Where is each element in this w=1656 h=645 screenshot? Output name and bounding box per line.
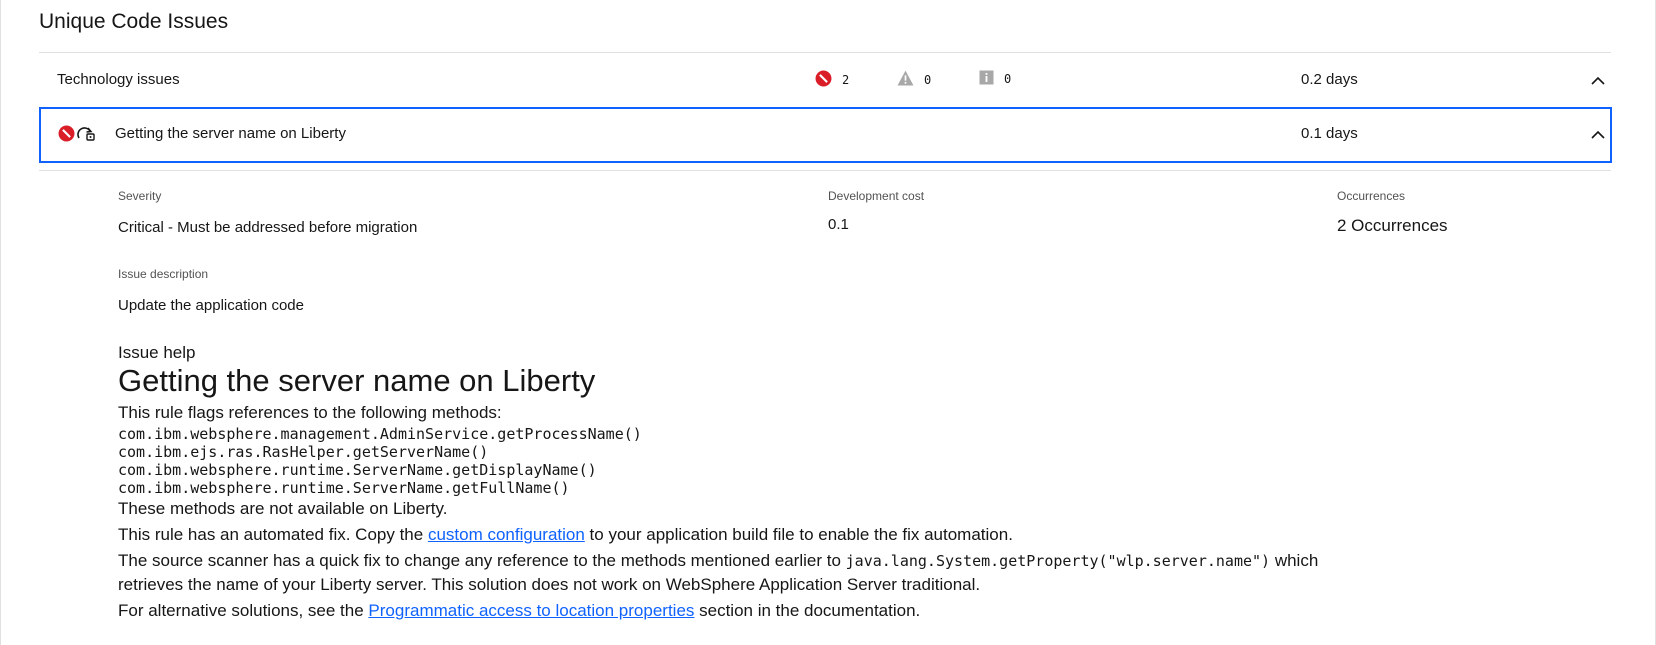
quickfix-text-end: which [1270, 551, 1319, 570]
method-item: com.ibm.websphere.management.AdminServic… [118, 425, 642, 443]
issue-description-value: Update the application code [118, 297, 304, 314]
method-item: com.ibm.websphere.runtime.ServerName.get… [118, 461, 597, 479]
issue-title: Getting the server name on Liberty [115, 125, 346, 142]
divider [39, 170, 1611, 171]
critical-icon [815, 70, 832, 90]
chevron-up-icon[interactable] [1591, 73, 1605, 91]
method-list: com.ibm.websphere.management.AdminServic… [118, 425, 1598, 497]
severity-label: Severity [118, 189, 162, 203]
method-item: com.ibm.websphere.runtime.ServerName.get… [118, 479, 570, 497]
group-title: Technology issues [57, 71, 180, 88]
issue-row-selected[interactable]: Getting the server name on Liberty 0.1 d… [39, 107, 1612, 163]
severity-value: Critical - Must be addressed before migr… [118, 219, 418, 236]
critical-count: 2 [815, 70, 849, 90]
left-border [0, 0, 1, 645]
dev-cost-label: Development cost [828, 189, 925, 203]
technology-issues-row[interactable]: Technology issues 2 0 0 0.2 days [39, 53, 1611, 107]
alternative-paragraph: For alternative solutions, see the Progr… [118, 599, 1598, 623]
alt-text-end: section in the documentation. [694, 601, 921, 620]
occurrences-label: Occurrences [1337, 189, 1406, 203]
info-count-value: 0 [1004, 72, 1012, 86]
custom-configuration-link[interactable]: custom configuration [428, 525, 585, 544]
quickfix-paragraph: The source scanner has a quick fix to ch… [118, 549, 1598, 597]
help-intro: This rule flags references to the follow… [118, 403, 502, 422]
quickfix-text: The source scanner has a quick fix to ch… [118, 551, 846, 570]
not-available-text: These methods are not available on Liber… [118, 499, 448, 518]
autofix-text: This rule has an automated fix. Copy the [118, 525, 428, 544]
issue-help-heading: Issue help [118, 343, 196, 362]
warning-count: 0 [897, 70, 931, 89]
quickfix-text-line2: retrieves the name of your Liberty serve… [118, 575, 981, 594]
quickfix-code: java.lang.System.getProperty("wlp.server… [845, 552, 1271, 570]
issue-help-title: Getting the server name on Liberty [118, 363, 596, 398]
chevron-up-icon[interactable] [1591, 127, 1605, 145]
section-title: Unique Code Issues [39, 10, 229, 33]
warning-icon [897, 70, 914, 89]
method-item: com.ibm.ejs.ras.RasHelper.getServerName(… [118, 443, 489, 461]
issue-description-label: Issue description [118, 267, 209, 281]
autofix-paragraph: This rule has an automated fix. Copy the… [118, 523, 1598, 547]
location-properties-link[interactable]: Programmatic access to location properti… [368, 601, 694, 620]
info-icon [979, 70, 994, 88]
warning-count-value: 0 [924, 72, 932, 87]
dev-cost-value: 0.1 [828, 216, 849, 233]
quick-fix-icon [76, 124, 96, 147]
alt-text: For alternative solutions, see the [118, 601, 369, 620]
issue-cost: 0.1 days [1301, 125, 1358, 142]
occurrences-value: 2 Occurrences [1337, 216, 1448, 235]
issue-help: Issue help Getting the server name on Li… [118, 343, 1598, 623]
group-cost: 0.2 days [1301, 71, 1358, 88]
critical-count-value: 2 [842, 73, 850, 87]
critical-icon [58, 125, 75, 147]
info-count: 0 [979, 70, 1011, 88]
autofix-text-end: to your application build file to enable… [584, 525, 1013, 544]
